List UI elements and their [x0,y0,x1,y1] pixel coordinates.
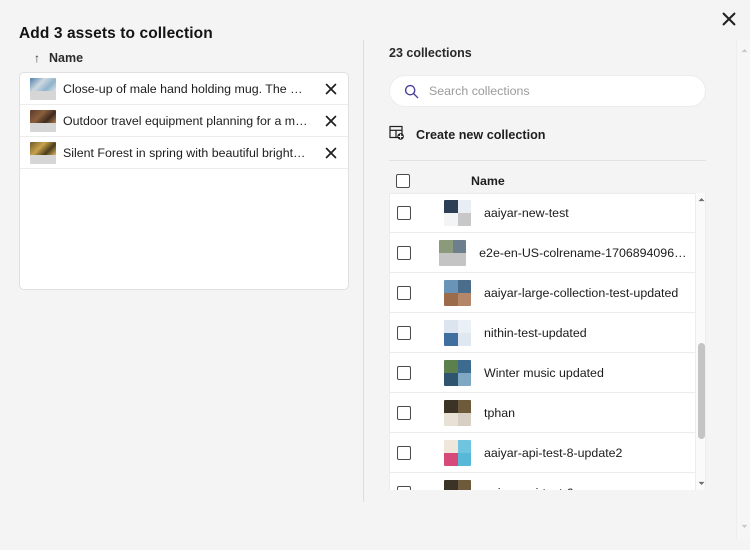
collection-thumbnail [444,280,471,306]
collection-name: tphan [484,406,696,420]
asset-name: Close-up of male hand holding mug. The a… [63,82,314,96]
table-row[interactable]: nithin-test-updated [389,313,697,353]
chevron-up-icon [741,48,748,53]
section-divider [389,160,706,161]
remove-asset-button[interactable] [314,105,348,137]
row-checkbox-slot [390,366,444,380]
row-checkbox-slot [390,286,444,300]
page-scrollbar[interactable] [736,40,750,540]
create-collection-icon [389,125,405,146]
table-row[interactable]: aaiyar-api-test-8-update2 [389,433,697,473]
row-checkbox-slot [390,486,444,491]
collection-thumbnail [444,400,471,426]
dialog-footer: Cancel Add to collection [0,498,750,550]
close-icon [325,83,337,95]
row-checkbox-slot [390,406,444,420]
table-row[interactable]: Winter music updated [389,353,697,393]
asset-thumbnail [30,142,56,164]
collections-pane: 23 collections Create new col [364,0,750,550]
row-checkbox[interactable] [397,446,411,460]
row-checkbox[interactable] [397,286,411,300]
table-row[interactable]: aaiyar-new-test [389,193,697,233]
close-icon [325,147,337,159]
scroll-down-button[interactable] [696,478,707,489]
sort-by-name-header[interactable]: ↑ Name [34,51,83,65]
collection-name: e2e-en-US-colrename-1706894096823 r... [479,246,696,260]
collection-name: nithin-test-updated [484,326,696,340]
remove-asset-button[interactable] [314,137,348,169]
collection-name: aaiyar-api-test-8-update2 [484,446,696,460]
search-collections-field[interactable] [389,75,706,107]
chevron-down-icon [698,481,705,486]
asset-row: Close-up of male hand holding mug. The a… [20,73,348,105]
collection-name: Winter music updated [484,366,696,380]
row-checkbox[interactable] [397,246,411,260]
row-checkbox[interactable] [397,326,411,340]
row-checkbox[interactable] [397,206,411,220]
table-row[interactable]: e2e-en-US-colrename-1706894096823 r... [389,233,697,273]
select-all-checkbox[interactable] [396,174,410,188]
search-input[interactable] [429,84,691,98]
page-scroll-up-button[interactable] [737,43,750,57]
search-icon [404,84,420,99]
collection-thumbnail [444,440,471,466]
chevron-down-icon [741,524,748,529]
table-row[interactable]: tphan [389,393,697,433]
remove-asset-button[interactable] [314,73,348,105]
collections-list: aaiyar-new-test e2e-en-US-colrename-17068… [389,193,697,490]
selected-assets-list: Close-up of male hand holding mug. The a… [19,72,349,290]
collection-thumbnail [444,360,471,386]
row-checkbox-slot [390,246,439,260]
sort-column-label: Name [49,51,83,65]
collections-list-scrollbar[interactable] [695,193,706,490]
select-all-slot [389,174,443,188]
collections-count: 23 collections [389,46,472,60]
collection-thumbnail [444,320,471,346]
row-checkbox[interactable] [397,366,411,380]
create-collection-label: Create new collection [416,128,545,142]
row-checkbox[interactable] [397,486,411,491]
row-checkbox-slot [390,446,444,460]
collection-name: aaiyar-large-collection-test-updated [484,286,696,300]
chevron-up-icon [698,197,705,202]
row-checkbox[interactable] [397,406,411,420]
add-to-collection-dialog: Add 3 assets to collection ↑ Name Close-… [0,0,750,550]
sort-ascending-icon: ↑ [34,52,40,64]
close-icon [325,115,337,127]
collections-table-header: Name [389,168,706,194]
asset-thumbnail [30,110,56,132]
table-row[interactable]: aaiyar-large-collection-test-updated [389,273,697,313]
collection-thumbnail [444,480,471,491]
asset-thumbnail [30,78,56,100]
table-row[interactable]: aaiyar-api-test-6 [389,473,697,490]
asset-name: Silent Forest in spring with beautiful b… [63,146,314,160]
asset-row: Outdoor travel equipment planning for a … [20,105,348,137]
collection-name: aaiyar-new-test [484,206,696,220]
collection-thumbnail [439,240,466,266]
row-checkbox-slot [390,206,444,220]
row-checkbox-slot [390,326,444,340]
collections-list-scroll-area: aaiyar-new-test e2e-en-US-colrename-17068… [389,193,706,490]
create-new-collection-button[interactable]: Create new collection [389,123,706,147]
asset-name: Outdoor travel equipment planning for a … [63,114,314,128]
scroll-up-button[interactable] [696,194,707,205]
asset-row: Silent Forest in spring with beautiful b… [20,137,348,169]
column-header-name: Name [471,174,505,188]
page-scroll-down-button[interactable] [737,519,750,533]
collection-thumbnail [444,200,471,226]
collection-name: aaiyar-api-test-6 [484,486,696,491]
scrollbar-thumb[interactable] [698,343,705,439]
selected-assets-pane: ↑ Name Close-up of male hand holding mug… [0,0,363,550]
